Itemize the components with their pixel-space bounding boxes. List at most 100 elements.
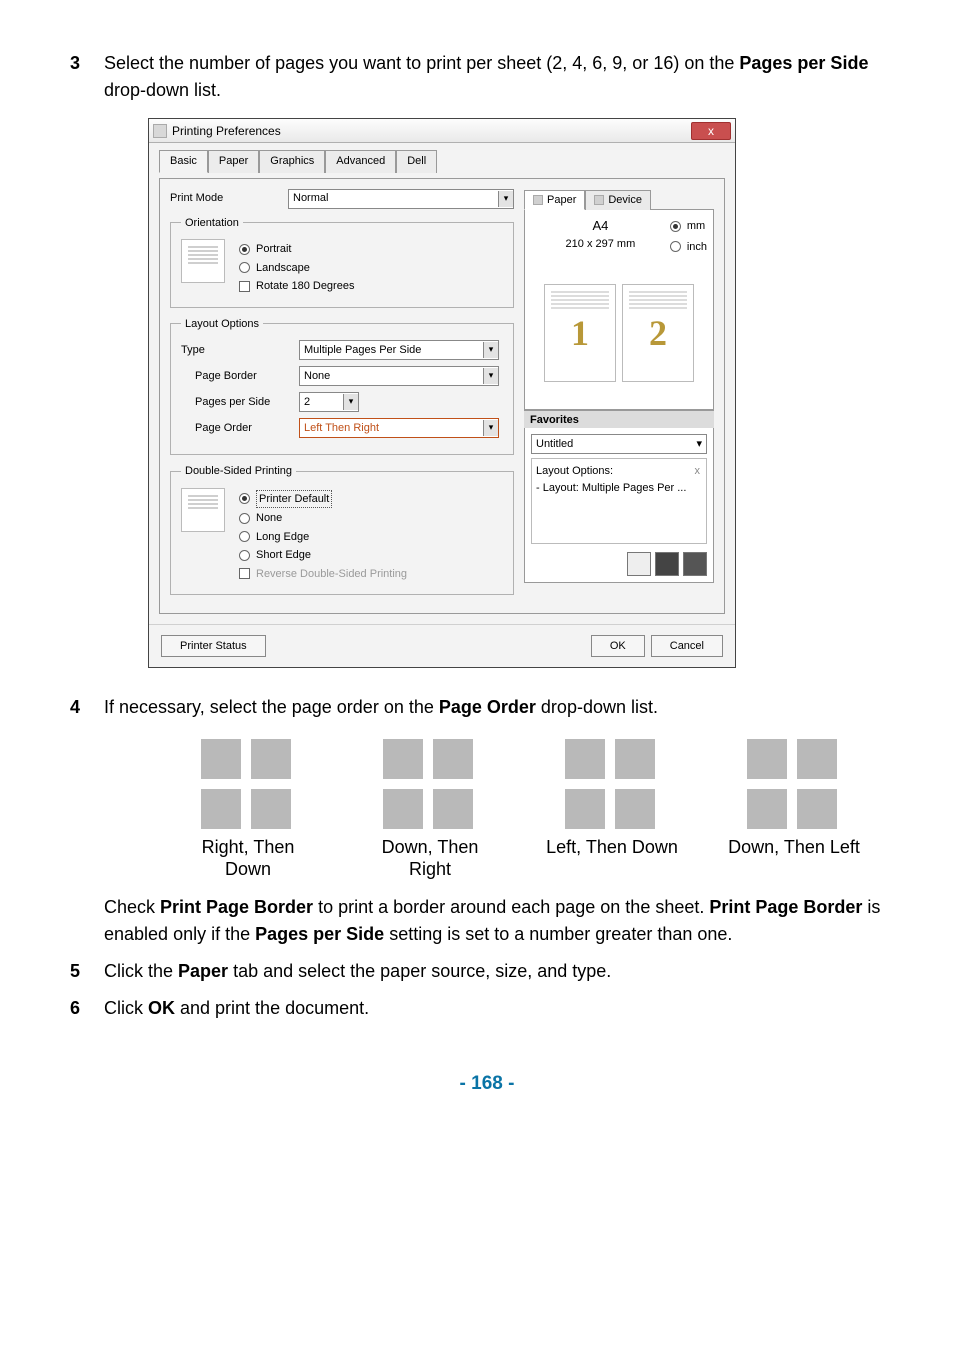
s4ck-b2: Print Page Border <box>709 897 862 917</box>
radio-icon <box>239 513 250 524</box>
chk-reverse-duplex-label: Reverse Double-Sided Printing <box>256 566 407 583</box>
step-5-post: tab and select the paper source, size, a… <box>228 961 611 981</box>
paper-name: A4 <box>531 216 670 236</box>
favorites-close-icon[interactable]: x <box>695 463 701 480</box>
radio-mm[interactable]: mm <box>670 218 707 235</box>
radio-printer-default-label: Printer Default <box>256 490 332 509</box>
tab-basic[interactable]: Basic <box>159 150 208 173</box>
chevron-down-icon: ▾ <box>483 368 498 384</box>
chevron-down-icon: ▾ <box>483 420 498 436</box>
favorites-combo[interactable]: Untitled ▾ <box>531 434 707 454</box>
s4ck-mid1: to print a border around each page on th… <box>313 897 709 917</box>
tab-paper[interactable]: Paper <box>208 150 259 173</box>
chk-rotate[interactable]: Rotate 180 Degrees <box>239 278 354 295</box>
panel-tab-paper[interactable]: Paper <box>524 190 585 211</box>
close-button[interactable]: x <box>691 122 731 140</box>
favorites-line1: Layout Options: <box>536 463 702 480</box>
order-label-a: Right, Then Down <box>178 837 318 880</box>
duplex-legend: Double-Sided Printing <box>181 463 296 480</box>
orientation-thumb <box>181 239 225 283</box>
radio-inch[interactable]: inch <box>670 239 707 256</box>
radio-landscape[interactable]: Landscape <box>239 260 354 277</box>
radio-landscape-label: Landscape <box>256 260 310 277</box>
step-3-bold: Pages per Side <box>739 53 868 73</box>
favorites-icon-3[interactable] <box>683 552 707 576</box>
step-6-pre: Click <box>104 998 148 1018</box>
page-border-value: None <box>304 368 330 385</box>
radio-short-edge[interactable]: Short Edge <box>239 547 407 564</box>
chevron-down-icon: ▾ <box>343 394 358 410</box>
panel-tab-paper-label: Paper <box>547 194 576 206</box>
favorites-value: Untitled <box>536 436 573 453</box>
radio-icon <box>239 244 250 255</box>
tab-graphics[interactable]: Graphics <box>259 150 325 173</box>
step-6-bold: OK <box>148 998 175 1018</box>
page-border-label: Page Border <box>181 368 291 385</box>
tab-advanced[interactable]: Advanced <box>325 150 396 173</box>
order-right-then-down: Right, Then Down <box>178 739 318 880</box>
step-3-post: drop-down list. <box>104 80 221 100</box>
tab-dell[interactable]: Dell <box>396 150 437 173</box>
radio-inch-label: inch <box>687 239 707 256</box>
radio-long-edge[interactable]: Long Edge <box>239 529 407 546</box>
radio-icon <box>239 531 250 542</box>
favorites-icon-2[interactable] <box>655 552 679 576</box>
order-left-then-down: Left, Then Down <box>542 739 682 880</box>
radio-icon <box>239 493 250 504</box>
page-order-value: Left Then Right <box>304 420 379 437</box>
step-number-6: 6 <box>70 995 104 1022</box>
order-label-c: Left, Then Down <box>546 837 678 859</box>
pages-per-side-combo[interactable]: 2▾ <box>299 392 359 412</box>
radio-mm-label: mm <box>687 218 705 235</box>
radio-icon <box>670 221 681 232</box>
device-icon <box>594 195 604 205</box>
step-6-text: Click OK and print the document. <box>104 995 904 1022</box>
radio-long-edge-label: Long Edge <box>256 529 309 546</box>
preview-page-1: 1 <box>571 306 589 360</box>
step-4-bold: Page Order <box>439 697 536 717</box>
step-3-pre: Select the number of pages you want to p… <box>104 53 739 73</box>
panel-tab-device[interactable]: Device <box>585 190 651 211</box>
page-order-combo[interactable]: Left Then Right ▾ <box>299 418 499 438</box>
orientation-legend: Orientation <box>181 215 243 232</box>
paper-panel: A4 210 x 297 mm mm inch <box>524 209 714 410</box>
radio-icon <box>239 550 250 561</box>
print-mode-combo[interactable]: Normal ▾ <box>288 189 514 209</box>
favorites-header: Favorites <box>524 410 714 428</box>
duplex-thumb <box>181 488 225 532</box>
preview-page-2: 2 <box>649 306 667 360</box>
radio-printer-default[interactable]: Printer Default <box>239 490 407 509</box>
layout-type-label: Type <box>181 342 291 359</box>
layout-options-group: Layout Options Type Multiple Pages Per S… <box>170 316 514 456</box>
layout-type-value: Multiple Pages Per Side <box>304 342 421 359</box>
dialog-icon <box>153 124 167 138</box>
order-label-b: Down, Then Right <box>360 837 500 880</box>
page-border-combo[interactable]: None ▾ <box>299 366 499 386</box>
page-number: - 168 - <box>70 1070 904 1099</box>
print-mode-label: Print Mode <box>170 190 280 207</box>
step-4-post: drop-down list. <box>536 697 658 717</box>
radio-portrait[interactable]: Portrait <box>239 241 354 258</box>
ok-button[interactable]: OK <box>591 635 645 657</box>
step-4-text: If necessary, select the page order on t… <box>104 694 904 721</box>
dialog-title: Printing Preferences <box>172 122 281 140</box>
checkbox-icon <box>239 568 250 579</box>
dialog-titlebar: Printing Preferences x <box>149 119 735 143</box>
cancel-button[interactable]: Cancel <box>651 635 723 657</box>
favorites-save-icon[interactable] <box>627 552 651 576</box>
checkbox-icon <box>239 281 250 292</box>
printer-status-button[interactable]: Printer Status <box>161 635 266 657</box>
layout-type-combo[interactable]: Multiple Pages Per Side▾ <box>299 340 499 360</box>
radio-icon <box>239 262 250 273</box>
radio-icon <box>670 241 681 252</box>
pages-per-side-label: Pages per Side <box>181 394 291 411</box>
panel-tab-device-label: Device <box>608 194 642 206</box>
s4ck-post: setting is set to a number greater than … <box>384 924 732 944</box>
s4ck-b1: Print Page Border <box>160 897 313 917</box>
radio-duplex-none[interactable]: None <box>239 510 407 527</box>
s4ck-pre: Check <box>104 897 160 917</box>
order-label-d: Down, Then Left <box>728 837 860 859</box>
step-number-5: 5 <box>70 958 104 985</box>
step-number-3: 3 <box>70 50 104 684</box>
order-down-then-left: Down, Then Left <box>724 739 864 880</box>
